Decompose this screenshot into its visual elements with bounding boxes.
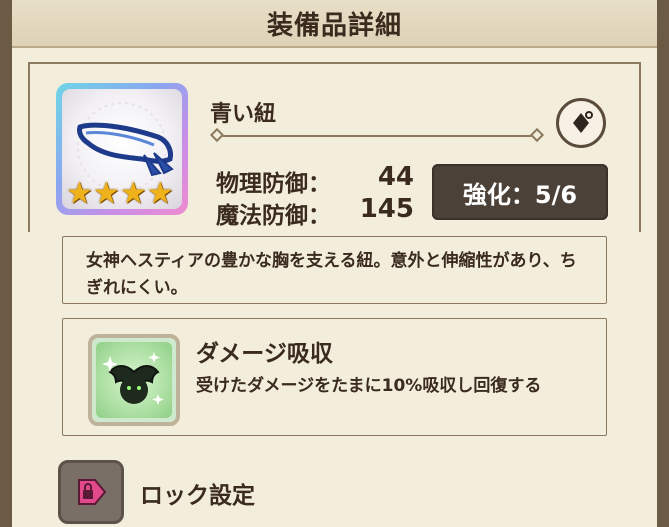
bat-sparkle-icon (96, 342, 172, 418)
lock-button[interactable] (58, 460, 124, 524)
lock-tag-icon (78, 479, 107, 505)
item-name: 青い紐 (210, 102, 277, 127)
stat-magic-defense-value: 145 (359, 194, 414, 224)
earring-icon-button[interactable] (556, 98, 606, 148)
enhance-badge: 強化：5/6 (432, 164, 608, 220)
stat-physical-defense-value: 44 (377, 162, 414, 192)
star-icon: ★ (146, 176, 174, 209)
stat-magic-defense-label: 魔法防御： (216, 203, 331, 229)
earring-icon (573, 111, 593, 133)
item-icon[interactable]: ★ ★ ★ ★ (56, 83, 188, 215)
lock-setting-label[interactable]: ロック設定 (140, 476, 255, 510)
skill-icon[interactable] (88, 334, 180, 426)
star-icon: ★ (66, 176, 93, 209)
blue-ribbon-icon: ★ ★ ★ ★ (62, 89, 182, 209)
star-icon: ★ (119, 176, 147, 209)
star-icon: ★ (92, 176, 120, 209)
page-title: 装備品詳細 (266, 10, 402, 41)
divider (216, 135, 538, 137)
rarity-stars: ★ ★ ★ ★ (66, 179, 174, 209)
title-bar: 装備品詳細 (12, 0, 657, 48)
stat-physical-defense-label: 物理防御： (216, 171, 331, 197)
item-description: 女神ヘスティアの豊かな胸を支える紐。意外と伸縮性があり、ちぎれにくい。 (86, 251, 577, 298)
skill-name: ダメージ吸収 (196, 341, 333, 367)
skill-description: 受けたダメージをたまに10%吸収し回復する (196, 376, 542, 396)
